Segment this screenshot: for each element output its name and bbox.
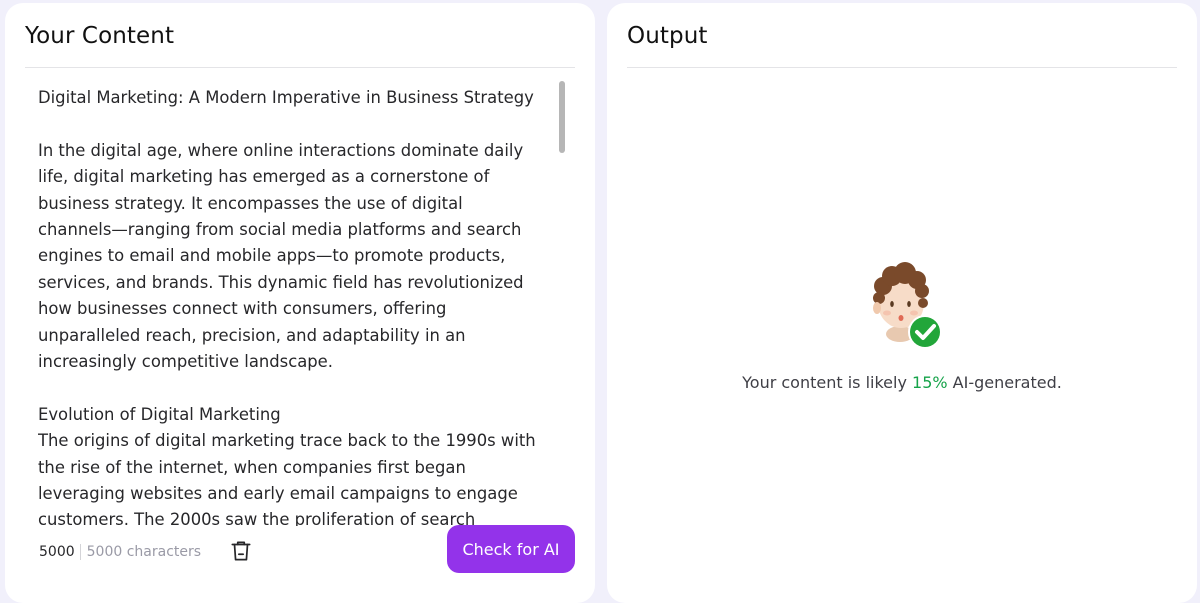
content-line: engines to email and mobile apps—to prom… [38, 246, 506, 266]
content-line: services, and brands. This dynamic field… [38, 272, 524, 292]
character-counter: 5000 5000 characters [39, 538, 201, 566]
content-title-line: Digital Marketing: A Modern Imperative i… [38, 88, 534, 107]
char-count: 5000 [39, 544, 81, 560]
char-limit-label: 5000 characters [86, 544, 202, 560]
content-line: The origins of digital marketing trace b… [38, 431, 536, 451]
textarea-scrollbar[interactable] [559, 81, 565, 153]
content-line: life, digital marketing has emerged as a… [38, 167, 490, 187]
input-panel-title: Your Content [25, 23, 175, 49]
output-panel-title: Output [627, 23, 708, 49]
content-line: channels—ranging from social media platf… [38, 220, 522, 240]
divider [25, 67, 575, 68]
content-line: how businesses connect with consumers, o… [38, 299, 447, 319]
check-for-ai-button[interactable]: Check for AI [447, 525, 575, 573]
content-section-heading: Evolution of Digital Marketing [38, 404, 281, 424]
divider [627, 67, 1177, 68]
content-line: business strategy. It encompasses the us… [38, 193, 463, 213]
content-textarea[interactable]: Digital Marketing: A Modern Imperative i… [38, 85, 558, 526]
content-line: the rise of the internet, when companies… [38, 457, 466, 477]
result-prefix: Your content is likely [742, 373, 913, 392]
result-suffix: AI-generated. [947, 373, 1062, 392]
detection-result: Your content is likely 15% AI-generated. [607, 373, 1197, 392]
content-line: In the digital age, where online interac… [38, 140, 524, 160]
content-line: customers. The 2000s saw the proliferati… [38, 510, 476, 526]
content-line: leveraging websites and early email camp… [38, 484, 518, 504]
trash-icon[interactable] [228, 538, 254, 564]
content-line: unparalleled reach, precision, and adapt… [38, 325, 466, 345]
human-avatar-check-icon [865, 258, 949, 350]
input-panel: Your Content Digital Marketing: A Modern… [5, 3, 595, 603]
result-percent: 15% [912, 373, 948, 392]
content-line: increasingly competitive landscape. [38, 352, 333, 372]
output-panel: Output Your content is likely 15% AI-gen… [607, 3, 1197, 603]
